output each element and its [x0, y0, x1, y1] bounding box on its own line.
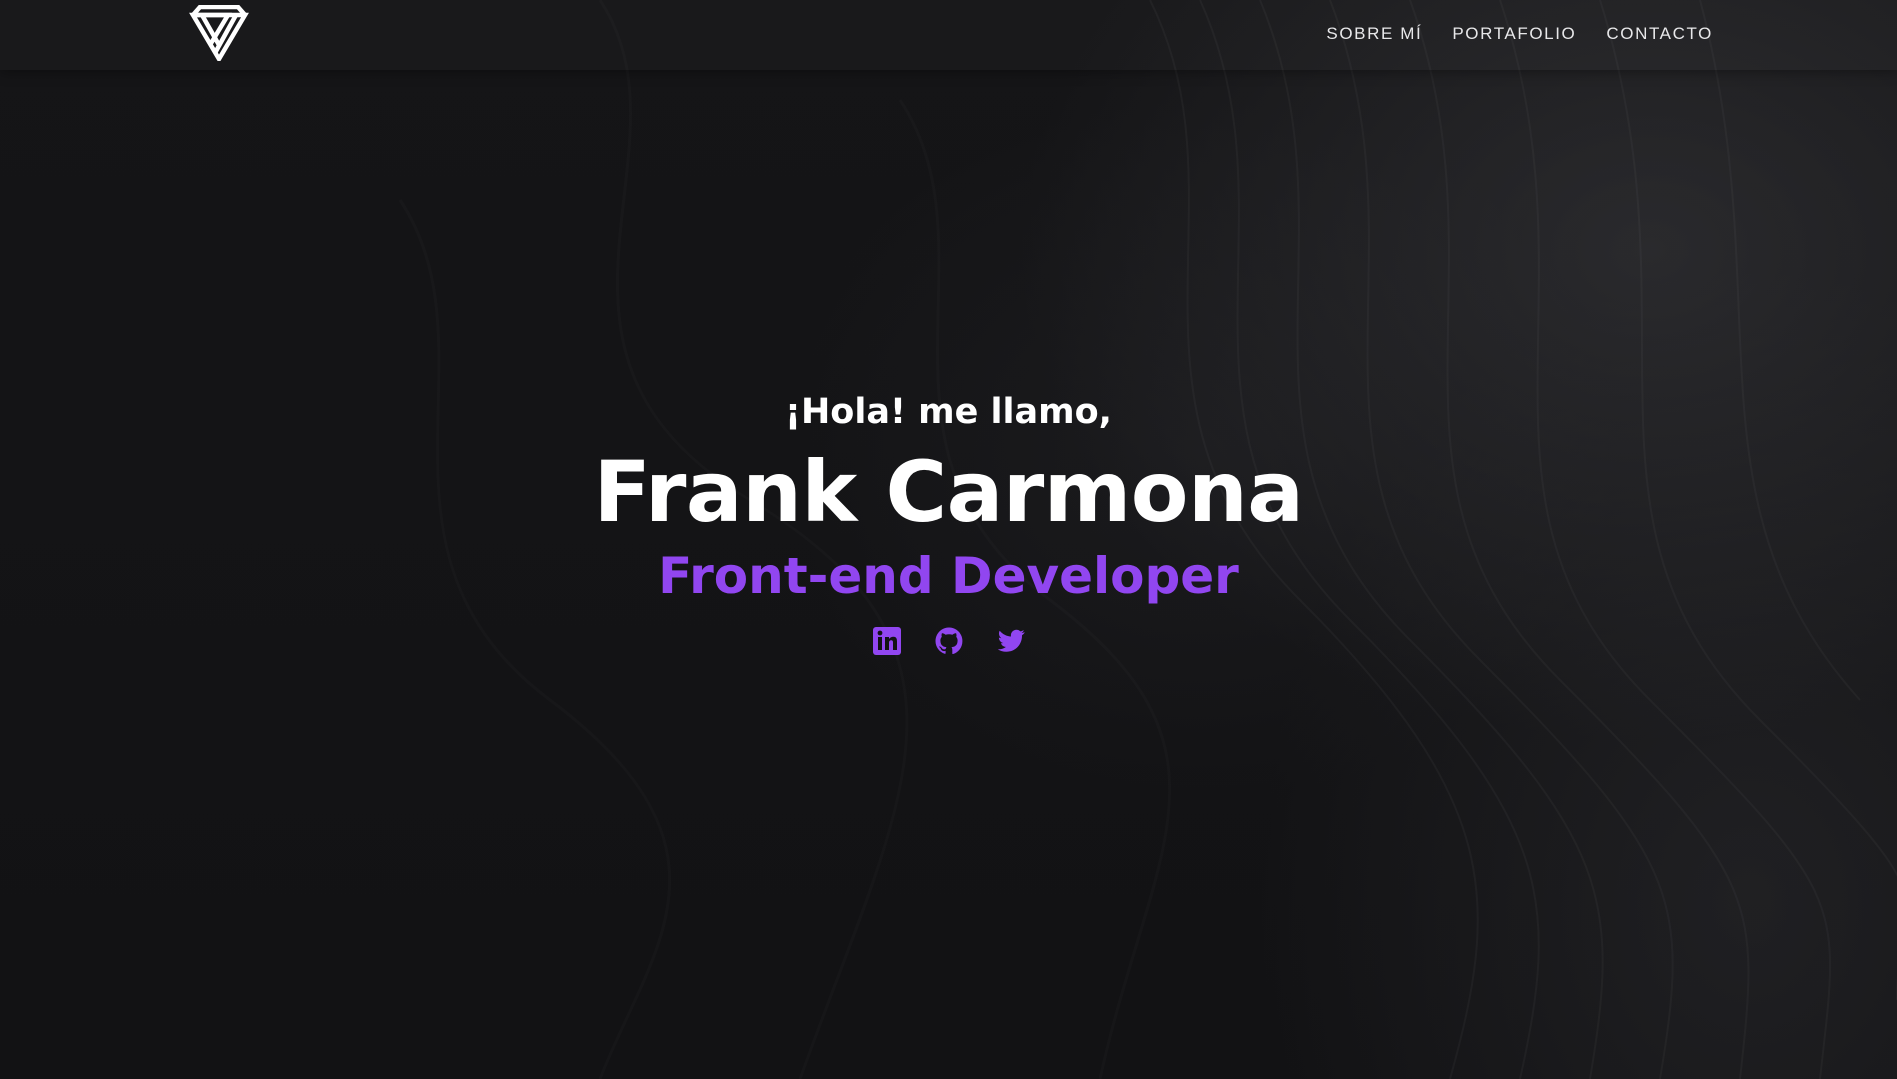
hero-greeting: ¡Hola! me llamo,	[785, 392, 1112, 432]
nav-link-contacto[interactable]: CONTACTO	[1606, 24, 1713, 44]
hero-role: Front-end Developer	[658, 547, 1239, 605]
navbar: SOBRE MÍ PORTAFOLIO CONTACTO	[0, 0, 1897, 70]
nav-link-sobre-mi[interactable]: SOBRE MÍ	[1326, 24, 1422, 44]
hero-name: Frank Carmona	[593, 443, 1304, 541]
twitter-icon[interactable]	[996, 626, 1026, 656]
linkedin-icon[interactable]	[872, 626, 902, 656]
page: SOBRE MÍ PORTAFOLIO CONTACTO ¡Hola! me l…	[0, 0, 1897, 1079]
nav-link-portafolio[interactable]: PORTAFOLIO	[1452, 24, 1576, 44]
github-icon[interactable]	[934, 626, 964, 656]
social-links	[0, 626, 1897, 656]
triangle-logo-icon[interactable]	[188, 4, 250, 64]
nav-links: SOBRE MÍ PORTAFOLIO CONTACTO	[1326, 24, 1713, 44]
hero-section: ¡Hola! me llamo, Frank Carmona Front-end…	[0, 390, 1897, 656]
